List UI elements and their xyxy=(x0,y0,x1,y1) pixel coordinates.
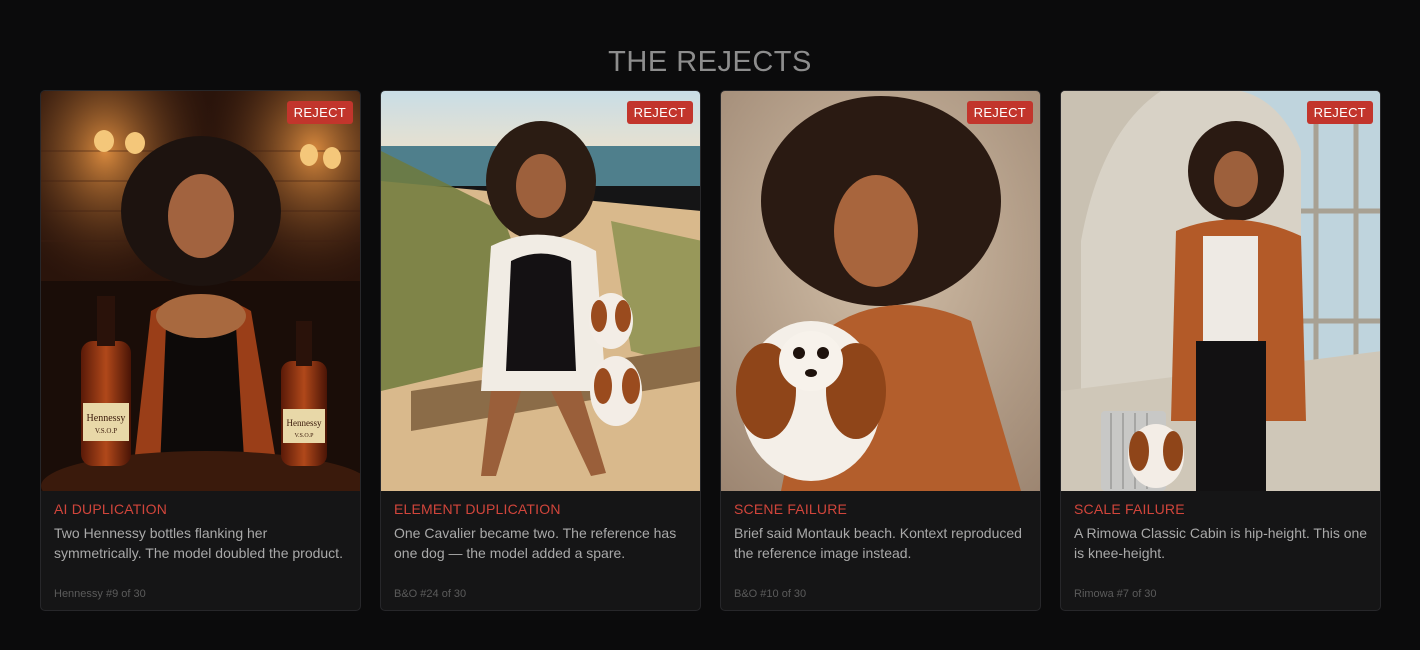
failure-category: ELEMENT DUPLICATION xyxy=(394,501,561,517)
woman-in-airport-with-suitcase-photo xyxy=(1061,91,1380,491)
woman-with-two-hennessy-bottles-photo: Hennessy V.S.O.P Hennessy V.S.O.P xyxy=(41,91,360,491)
card-photo: REJECT xyxy=(381,91,700,491)
svg-text:Hennessy: Hennessy xyxy=(87,413,126,424)
reject-badge: REJECT xyxy=(286,101,353,124)
card-meta: B&O #24 of 30 xyxy=(394,588,467,600)
failure-category: SCENE FAILURE xyxy=(734,501,848,517)
page-title: THE REJECTS xyxy=(608,46,812,78)
reject-card[interactable]: REJECT ELEMENT DUPLICATION One Cavalier … xyxy=(380,90,701,611)
failure-description: One Cavalier became two. The reference h… xyxy=(394,525,677,561)
svg-text:V.S.O.P: V.S.O.P xyxy=(95,427,117,435)
card-meta: Rimowa #7 of 30 xyxy=(1074,588,1157,600)
rejects-grid: Hennessy V.S.O.P Hennessy V.S.O.P REJECT… xyxy=(40,90,1381,611)
card-photo: Hennessy V.S.O.P Hennessy V.S.O.P REJECT xyxy=(41,91,360,491)
card-photo: REJECT xyxy=(1061,91,1380,491)
reject-card[interactable]: REJECT SCALE FAILURE A Rimowa Classic Ca… xyxy=(1060,90,1381,611)
reject-badge: REJECT xyxy=(626,101,693,124)
svg-text:V.S.O.P: V.S.O.P xyxy=(294,433,314,439)
failure-description: Brief said Montauk beach. Kontext reprod… xyxy=(734,525,1022,561)
reject-badge: REJECT xyxy=(1306,101,1373,124)
failure-category: SCALE FAILURE xyxy=(1074,501,1185,517)
svg-text:Hennessy: Hennessy xyxy=(287,418,322,428)
failure-description: A Rimowa Classic Cabin is hip-height. Th… xyxy=(1074,525,1368,561)
reject-badge: REJECT xyxy=(966,101,1033,124)
reject-card[interactable]: REJECT SCENE FAILURE Brief said Montauk … xyxy=(720,90,1041,611)
failure-category: AI DUPLICATION xyxy=(54,501,168,517)
woman-on-beach-bench-with-two-dogs-photo xyxy=(381,91,700,491)
card-meta: Hennessy #9 of 30 xyxy=(54,588,146,600)
woman-holding-cavalier-studio-photo xyxy=(721,91,1040,491)
failure-description: Two Hennessy bottles flanking her symmet… xyxy=(54,525,343,561)
card-meta: B&O #10 of 30 xyxy=(734,588,807,600)
reject-card[interactable]: Hennessy V.S.O.P Hennessy V.S.O.P REJECT… xyxy=(40,90,361,611)
card-photo: REJECT xyxy=(721,91,1040,491)
